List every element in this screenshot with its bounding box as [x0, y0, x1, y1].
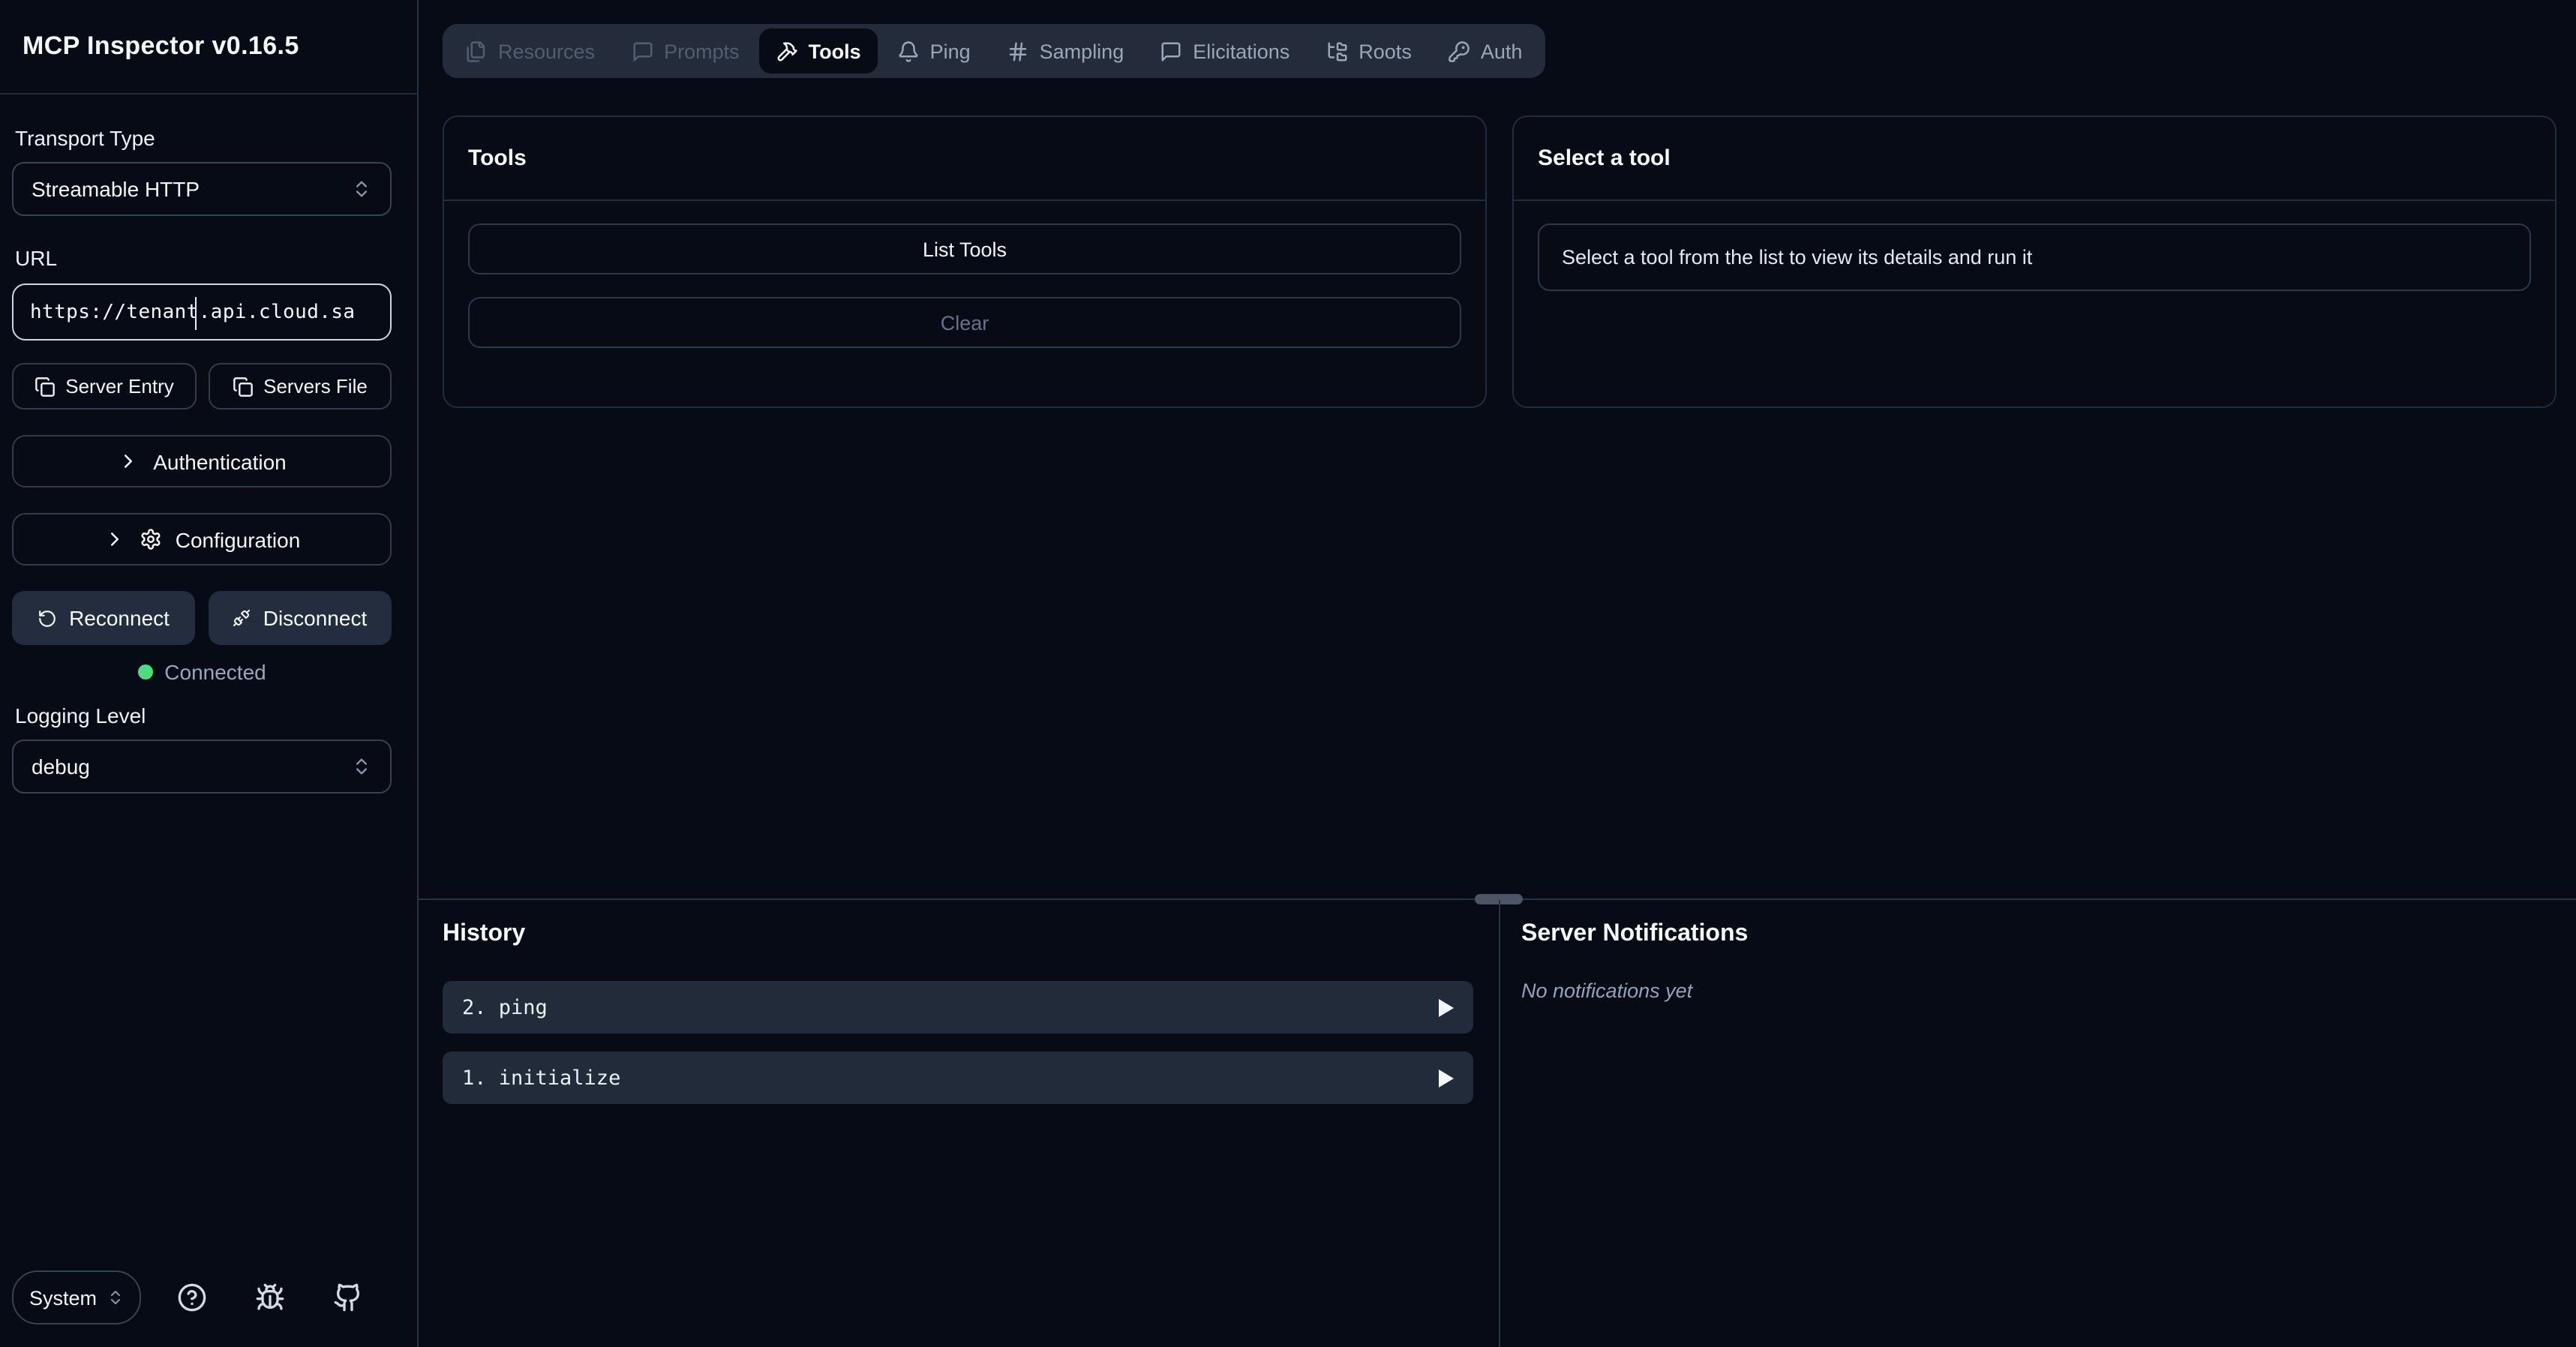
tool-details-panel-header: Select a tool — [1514, 117, 2555, 201]
tool-details-empty-message: Select a tool from the list to view its … — [1538, 224, 2531, 291]
reconnect-button[interactable]: Reconnect — [12, 591, 195, 645]
message-square-icon — [631, 40, 653, 62]
chevron-right-icon — [104, 528, 126, 550]
notifications-pane: Server Notifications No notifications ye… — [1500, 900, 2576, 1347]
copy-icon — [232, 376, 253, 397]
status-label: Connected — [164, 660, 266, 684]
configuration-label: Configuration — [176, 527, 301, 551]
chevrons-up-down-icon — [351, 178, 372, 200]
sidebar: MCP Inspector v0.16.5 Transport Type Str… — [0, 0, 419, 1347]
authentication-button[interactable]: Authentication — [12, 435, 392, 488]
tab-label: Ping — [930, 40, 971, 62]
key-icon — [1448, 40, 1470, 62]
tab-elicitations[interactable]: Elicitations — [1143, 28, 1306, 74]
tool-details-panel-body: Select a tool from the list to view its … — [1514, 201, 2555, 314]
history-item-initialize[interactable]: 1. initialize — [443, 1052, 1473, 1104]
github-icon[interactable] — [333, 1282, 363, 1312]
folder-tree-icon — [1326, 40, 1348, 62]
tab-sampling[interactable]: Sampling — [990, 28, 1141, 74]
tab-label: Prompts — [664, 40, 740, 62]
tool-details-panel-title: Select a tool — [1538, 146, 1671, 171]
servers-file-label: Servers File — [263, 375, 368, 398]
tab-label: Auth — [1481, 40, 1523, 62]
app-title: MCP Inspector v0.16.5 — [23, 32, 299, 62]
history-title: History — [443, 921, 1473, 948]
servers-file-button[interactable]: Servers File — [208, 363, 392, 410]
tools-panel-title: Tools — [468, 146, 527, 171]
sidebar-header: MCP Inspector v0.16.5 — [0, 0, 417, 94]
list-tools-button[interactable]: List Tools — [468, 224, 1461, 274]
logging-level-value: debug — [32, 754, 90, 778]
disconnect-label: Disconnect — [263, 606, 368, 630]
files-icon — [465, 40, 488, 62]
tab-auth[interactable]: Auth — [1431, 28, 1539, 74]
history-item-label: 2. ping — [462, 995, 548, 1019]
history-item-ping[interactable]: 2. ping — [443, 981, 1473, 1034]
panels-row: Tools List Tools Clear Select a tool Sel… — [443, 116, 2556, 408]
bottom-section: History 2. ping 1. initialize — [419, 900, 2576, 1347]
transport-type-label: Transport Type — [15, 126, 392, 150]
reconnect-label: Reconnect — [69, 606, 170, 630]
transport-type-value: Streamable HTTP — [32, 177, 200, 201]
main-area: Resources Prompts Tools Ping Sampling El… — [419, 0, 2576, 1347]
clear-tools-button[interactable]: Clear — [468, 297, 1461, 348]
tab-label: Elicitations — [1193, 40, 1290, 62]
bell-icon — [897, 40, 920, 62]
chevrons-up-down-icon — [106, 1288, 124, 1306]
tab-label: Sampling — [1040, 40, 1124, 62]
url-value: https://tenant.api.cloud.sa — [30, 301, 355, 323]
connection-buttons-row: Reconnect Disconnect — [12, 591, 392, 645]
unplug-icon — [233, 609, 251, 627]
text-caret — [194, 297, 196, 330]
copy-icon — [34, 376, 55, 397]
url-label: URL — [15, 246, 392, 270]
server-buttons-row: Server Entry Servers File — [12, 363, 392, 410]
tab-tools[interactable]: Tools — [759, 28, 878, 74]
url-input[interactable]: https://tenant.api.cloud.sa — [12, 284, 392, 340]
sidebar-content: Transport Type Streamable HTTP URL https… — [0, 94, 417, 1347]
tab-prompts[interactable]: Prompts — [614, 28, 756, 74]
authentication-label: Authentication — [153, 449, 286, 473]
tools-panel: Tools List Tools Clear — [443, 116, 1487, 408]
notifications-title: Server Notifications — [1521, 921, 2576, 948]
tab-roots[interactable]: Roots — [1309, 28, 1428, 74]
tab-resources[interactable]: Resources — [449, 28, 611, 74]
tab-label: Resources — [498, 40, 595, 62]
tab-bar: Resources Prompts Tools Ping Sampling El… — [443, 24, 1545, 78]
history-item-label: 1. initialize — [462, 1066, 620, 1090]
history-list: 2. ping 1. initialize — [443, 981, 1473, 1104]
notifications-empty-message: No notifications yet — [1521, 980, 2576, 1002]
tab-ping[interactable]: Ping — [881, 28, 987, 74]
help-icon[interactable] — [177, 1282, 207, 1312]
disconnect-button[interactable]: Disconnect — [209, 591, 392, 645]
expand-play-icon — [1439, 1069, 1454, 1087]
sidebar-footer: System — [12, 1270, 405, 1324]
tools-panel-body: List Tools Clear — [444, 201, 1485, 370]
theme-value: System — [29, 1286, 97, 1309]
logging-level-select[interactable]: debug — [12, 740, 392, 794]
logging-level-label: Logging Level — [15, 704, 392, 728]
connection-status: Connected — [12, 660, 392, 684]
tool-details-panel: Select a tool Select a tool from the lis… — [1512, 116, 2556, 408]
configuration-button[interactable]: Configuration — [12, 513, 392, 566]
status-dot-icon — [137, 664, 152, 680]
history-pane: History 2. ping 1. initialize — [419, 900, 1499, 1347]
bug-icon[interactable] — [255, 1282, 285, 1312]
hammer-icon — [776, 40, 798, 62]
chevrons-up-down-icon — [351, 756, 372, 777]
chevron-right-icon — [117, 450, 140, 472]
tools-panel-header: Tools — [444, 117, 1485, 201]
app-window: MCP Inspector v0.16.5 Transport Type Str… — [0, 0, 2576, 1347]
theme-select[interactable]: System — [12, 1270, 141, 1324]
expand-play-icon — [1439, 998, 1454, 1016]
server-entry-label: Server Entry — [65, 375, 174, 398]
transport-type-select[interactable]: Streamable HTTP — [12, 162, 392, 216]
gear-icon — [140, 528, 162, 550]
tab-label: Tools — [809, 40, 861, 62]
rotate-ccw-icon — [38, 608, 57, 628]
server-entry-button[interactable]: Server Entry — [12, 363, 196, 410]
hash-icon — [1007, 40, 1029, 62]
message-square-icon — [1160, 40, 1182, 62]
tab-label: Roots — [1359, 40, 1412, 62]
